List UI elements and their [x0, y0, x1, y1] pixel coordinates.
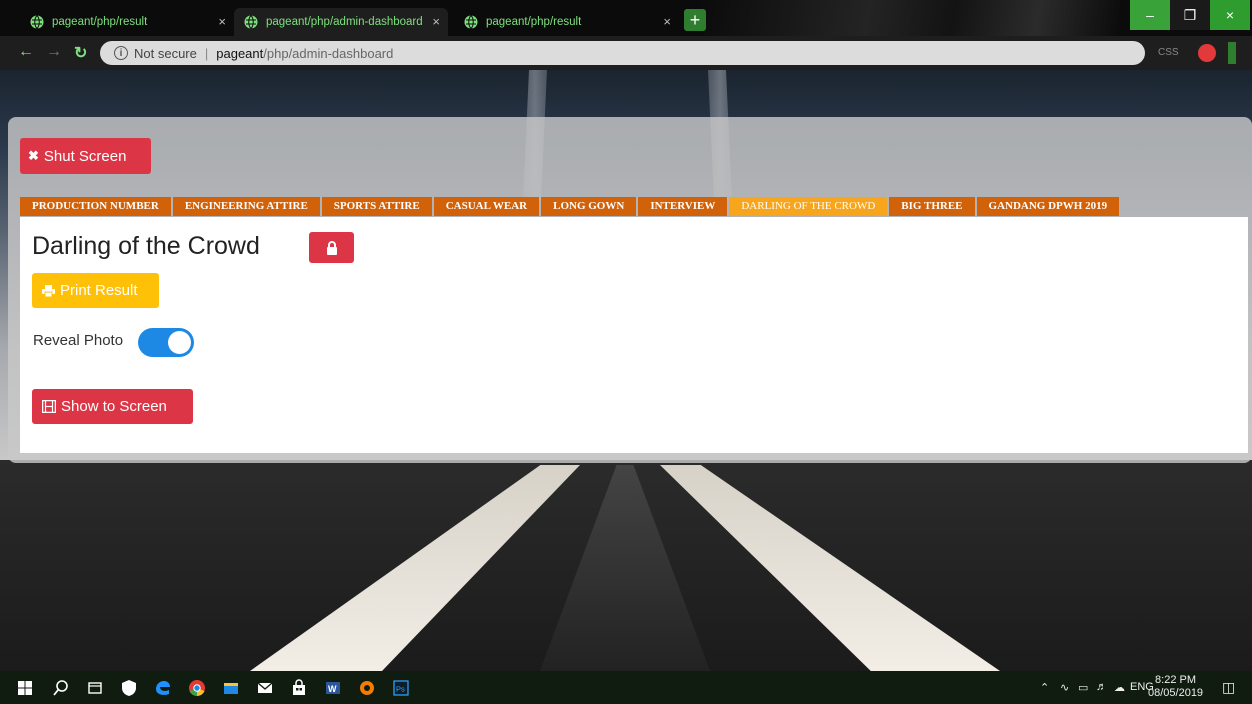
windows-taskbar: W Ps ⌃ ∿ ▭ ♬ ☁ ENG 8:22 PM 08/05/2019 ◫: [0, 671, 1252, 704]
word-icon[interactable]: W: [324, 679, 342, 697]
volume-icon[interactable]: ♬: [1096, 681, 1107, 693]
reveal-photo-label: Reveal Photo: [33, 332, 124, 349]
notifications-icon[interactable]: ◫: [1222, 679, 1235, 696]
tab-production-number[interactable]: PRODUCTION NUMBER: [20, 197, 171, 216]
toggle-knob: [168, 331, 191, 354]
photoshop-icon[interactable]: Ps: [392, 679, 410, 697]
tab-engineering-attire[interactable]: ENGINEERING ATTIRE: [172, 197, 320, 216]
tab-casual-wear[interactable]: CASUAL WEAR: [433, 197, 540, 216]
tab-close-icon[interactable]: ×: [432, 14, 440, 29]
back-arrow-icon[interactable]: ←: [18, 43, 34, 61]
close-icon: ✖: [28, 148, 39, 163]
film-icon: [42, 400, 56, 413]
tab-title: pageant/php/admin-dashboard: [266, 16, 423, 28]
system-clock[interactable]: 8:22 PM 08/05/2019: [1148, 674, 1203, 700]
chevron-up-icon[interactable]: ⌃: [1040, 681, 1049, 694]
cloud-icon[interactable]: ☁: [1114, 681, 1125, 694]
css-extension-icon[interactable]: CSS: [1158, 47, 1179, 58]
tab-interview[interactable]: INTERVIEW: [638, 197, 728, 216]
settings-shield-icon[interactable]: [120, 679, 138, 697]
battery-icon[interactable]: ▭: [1078, 681, 1088, 694]
tab-title: pageant/php/result: [52, 16, 148, 28]
tab-close-icon[interactable]: ×: [218, 14, 226, 29]
tab-darling-of-the-crowd[interactable]: DARLING OF THE CROWD: [729, 197, 888, 216]
lock-icon: [326, 240, 337, 255]
print-result-button[interactable]: Print Result: [32, 273, 159, 308]
security-label: Not secure: [134, 45, 197, 61]
svg-text:W: W: [328, 684, 337, 694]
mail-icon[interactable]: [256, 679, 274, 697]
address-toolbar: ← → ↻ i Not secure | pageant/php/admin-d…: [0, 36, 1252, 70]
clock-date: 08/05/2019: [1148, 687, 1204, 699]
url-path: /php/admin-dashboard: [263, 45, 394, 61]
shut-screen-button[interactable]: ✖ Shut Screen: [20, 138, 151, 174]
store-icon[interactable]: [290, 679, 308, 697]
url-bar[interactable]: i Not secure | pageant/php/admin-dashboa…: [100, 41, 1145, 65]
forward-arrow-icon[interactable]: →: [46, 43, 62, 61]
globe-icon: [464, 15, 478, 29]
page-title: Darling of the Crowd: [32, 232, 260, 260]
maximize-button[interactable]: ❐: [1170, 0, 1210, 30]
wifi-icon[interactable]: ∿: [1060, 681, 1069, 694]
origin-icon[interactable]: [358, 679, 376, 697]
new-tab-button[interactable]: +: [684, 9, 706, 31]
admin-panel: ✖ Shut Screen PRODUCTION NUMBER ENGINEER…: [8, 117, 1252, 463]
tab-big-three[interactable]: BIG THREE: [889, 197, 975, 216]
globe-icon: [30, 15, 44, 29]
tab-close-icon[interactable]: ×: [663, 14, 671, 29]
category-content: Darling of the Crowd Print Result Reveal…: [20, 217, 1248, 453]
svg-text:Ps: Ps: [396, 685, 405, 694]
minimize-button[interactable]: –: [1130, 0, 1170, 30]
browser-tab-result-2[interactable]: pageant/php/result ×: [454, 8, 679, 36]
browser-tab-admin-dashboard[interactable]: pageant/php/admin-dashboard ×: [234, 8, 448, 36]
url-separator: |: [204, 45, 209, 61]
shut-screen-label: Shut Screen: [43, 147, 127, 165]
bookmark-star-icon[interactable]: ☆: [1120, 44, 1134, 64]
clock-time: 8:22 PM: [1155, 674, 1197, 686]
show-to-screen-button[interactable]: Show to Screen: [32, 389, 193, 424]
profile-avatar-icon[interactable]: [1198, 44, 1216, 62]
print-result-label: Print Result: [60, 282, 138, 299]
globe-icon: [244, 15, 258, 29]
info-icon[interactable]: i: [114, 46, 128, 60]
reload-icon[interactable]: ↻: [74, 43, 87, 63]
printer-icon: [42, 284, 55, 297]
tab-long-gown[interactable]: LONG GOWN: [541, 197, 637, 216]
task-view-icon[interactable]: [86, 679, 104, 697]
show-to-screen-label: Show to Screen: [61, 398, 167, 415]
reveal-photo-toggle[interactable]: [138, 328, 194, 357]
file-explorer-icon[interactable]: [222, 679, 240, 697]
tab-gandang-dpwh-2019[interactable]: GANDANG DPWH 2019: [976, 197, 1120, 216]
browser-tab-result-1[interactable]: pageant/php/result ×: [20, 8, 234, 36]
url-host: pageant: [216, 45, 264, 61]
search-icon[interactable]: [52, 679, 70, 697]
windows-start-icon[interactable]: [16, 679, 34, 697]
browser-tab-strip: pageant/php/result × pageant/php/admin-d…: [0, 0, 1252, 36]
lock-button[interactable]: [309, 232, 354, 263]
browser-menu-icon[interactable]: [1228, 42, 1236, 64]
tab-strip-theme-pattern: [700, 0, 1120, 36]
tab-title: pageant/php/result: [486, 16, 582, 28]
category-tabs: PRODUCTION NUMBER ENGINEERING ATTIRE SPO…: [20, 197, 1121, 216]
page-viewport: ✖ Shut Screen PRODUCTION NUMBER ENGINEER…: [0, 70, 1252, 671]
close-window-button[interactable]: ×: [1210, 0, 1250, 30]
edge-browser-icon[interactable]: [154, 679, 172, 697]
chrome-icon[interactable]: [188, 679, 206, 697]
tab-sports-attire[interactable]: SPORTS ATTIRE: [321, 197, 432, 216]
